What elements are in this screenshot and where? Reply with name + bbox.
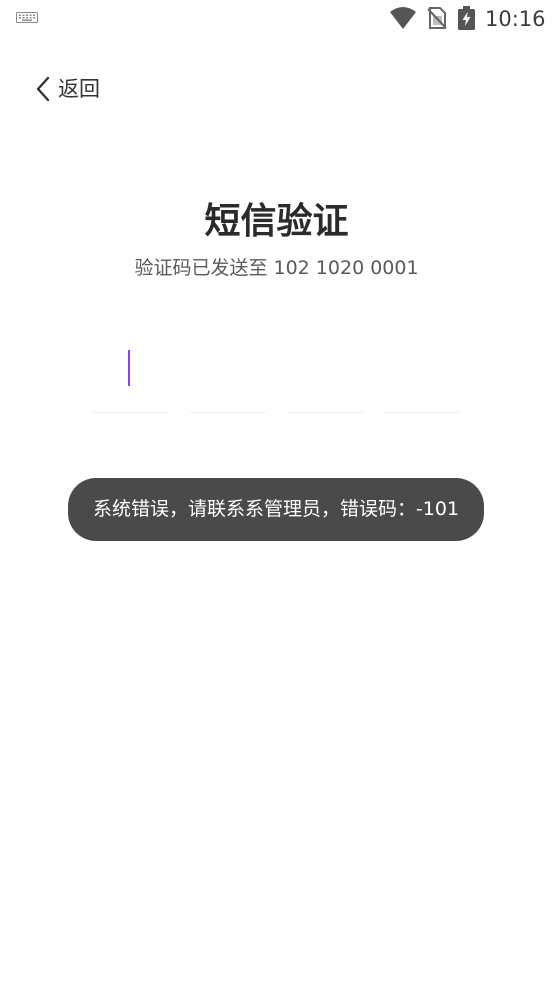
- error-toast: 系统错误，请联系系管理员，错误码：-101: [68, 478, 484, 541]
- error-toast-message: 系统错误，请联系系管理员，错误码：-101: [92, 498, 460, 520]
- code-slot-2[interactable]: [190, 340, 266, 413]
- code-slot-4[interactable]: [384, 340, 460, 413]
- battery-charging-icon: [458, 6, 475, 30]
- sent-to-subtitle: 验证码已发送至 102 1020 0001: [134, 257, 419, 279]
- back-label: 返回: [58, 77, 100, 101]
- no-sim-icon: [427, 7, 447, 29]
- keyboard-icon: [16, 12, 38, 23]
- code-input-row: [92, 340, 462, 414]
- status-time: 10:16: [485, 7, 546, 31]
- code-slot-3[interactable]: [288, 340, 364, 413]
- text-cursor: [128, 350, 130, 386]
- status-bar: 10:16: [0, 0, 553, 38]
- back-button[interactable]: 返回: [34, 72, 100, 106]
- code-slot-1[interactable]: [92, 340, 168, 413]
- chevron-left-icon: [36, 76, 50, 102]
- sms-verification-screen: 10:16 返回 短信验证 验证码已发送至 102 1020 0001 系统错误…: [0, 0, 553, 983]
- page-title: 短信验证: [204, 201, 349, 242]
- wifi-icon: [390, 7, 416, 29]
